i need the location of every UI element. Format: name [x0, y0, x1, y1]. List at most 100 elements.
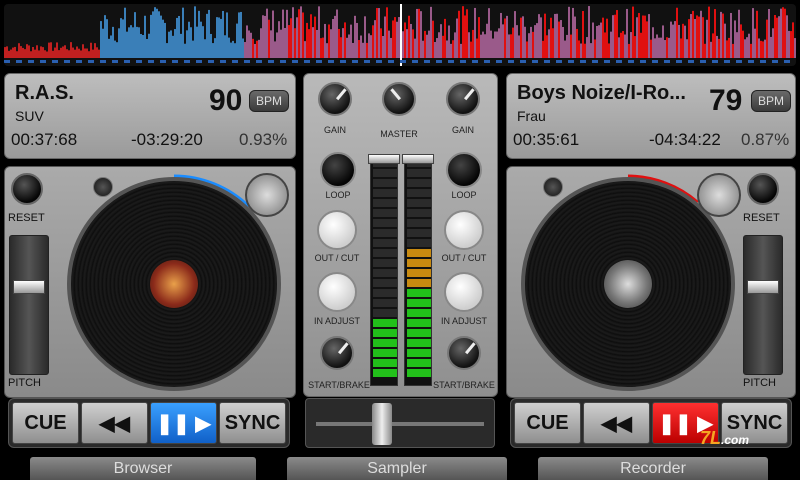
channel-fader-left-handle[interactable] [368, 154, 400, 164]
deck-left: RESET PITCH [4, 166, 296, 398]
cue-button[interactable]: CUE [514, 402, 581, 444]
vu-segment [373, 289, 397, 297]
startbrake-right-knob[interactable] [447, 336, 481, 370]
reset-knob[interactable] [11, 173, 43, 205]
vu-segment [407, 309, 431, 317]
vu-segment [373, 189, 397, 197]
tab-recorder[interactable]: Recorder [538, 457, 768, 480]
master-label: MASTER [380, 129, 418, 139]
inadjust-right-label: IN ADJUST [440, 316, 487, 326]
remaining-time: -03:29:20 [131, 130, 203, 149]
vu-segment [373, 339, 397, 347]
vu-segment [373, 169, 397, 177]
vu-segment [373, 249, 397, 257]
rewind-button[interactable]: ◀◀ [81, 402, 148, 444]
vu-segment [407, 339, 431, 347]
play-pause-button[interactable]: ❚❚ ▶ [150, 402, 217, 444]
startbrake-left-label: START/BRAKE [308, 380, 370, 390]
crossfader[interactable] [305, 398, 495, 448]
track-artist: SUV [15, 108, 44, 124]
vu-segment [407, 319, 431, 327]
vu-segment [407, 349, 431, 357]
vu-segment [407, 329, 431, 337]
gain-right-knob[interactable] [446, 82, 480, 116]
turntable-platter[interactable] [67, 177, 281, 391]
tab-browser[interactable]: Browser [30, 457, 256, 480]
vu-segment [407, 179, 431, 187]
vu-segment [373, 179, 397, 187]
track-title: R.A.S. [15, 82, 74, 104]
vu-segment [373, 369, 397, 377]
pitch-percent: 0.93% [239, 130, 288, 149]
vu-segment [373, 359, 397, 367]
vu-segment [373, 239, 397, 247]
loop-right-button[interactable] [446, 152, 482, 188]
pitch-handle[interactable] [747, 280, 779, 294]
pitch-label: PITCH [8, 377, 41, 389]
tab-sampler[interactable]: Sampler [287, 457, 507, 480]
vu-segment [407, 189, 431, 197]
vu-segment [407, 279, 431, 287]
reset-label: RESET [743, 212, 780, 224]
pitch-slider[interactable] [9, 235, 49, 375]
track-artist: Frau [517, 108, 546, 124]
pitch-handle[interactable] [13, 280, 45, 294]
inadjust-right-button[interactable] [444, 272, 484, 312]
vu-segment [407, 359, 431, 367]
vu-segment [407, 229, 431, 237]
outcut-right-label: OUT / CUT [441, 253, 487, 263]
gain-left-label: GAIN [323, 125, 346, 135]
vu-segment [407, 219, 431, 227]
outcut-right-button[interactable] [444, 210, 484, 250]
vu-segment [373, 299, 397, 307]
bpm-button[interactable]: BPM [249, 90, 289, 112]
vu-segment [373, 269, 397, 277]
vu-segment [373, 349, 397, 357]
tonearm [697, 173, 741, 217]
vu-segment [373, 259, 397, 267]
inadjust-left-button[interactable] [317, 272, 357, 312]
deck-right-info: Boys Noize/I-Ro... Frau 79 BPM 00:35:61 … [506, 73, 796, 159]
vu-segment [373, 209, 397, 217]
vu-segment [407, 259, 431, 267]
outcut-left-button[interactable] [317, 210, 357, 250]
watermark-logo: 7L.com [700, 428, 749, 449]
vu-meter-right[interactable] [404, 154, 432, 386]
outcut-left-label: OUT / CUT [314, 253, 360, 263]
sync-button[interactable]: SYNC [219, 402, 286, 444]
transport-left: CUE ◀◀ ❚❚ ▶ SYNC [8, 398, 290, 448]
vu-segment [407, 169, 431, 177]
waveform-overview[interactable] [4, 4, 796, 66]
mixer-panel: GAIN MASTER GAIN LOOP LOOP OUT / CUT OUT… [303, 73, 498, 397]
gain-left-knob[interactable] [318, 82, 352, 116]
vu-segment [407, 239, 431, 247]
bpm-value: 79 [709, 84, 743, 117]
transport-right: CUE ◀◀ ❚❚ ▶ SYNC [510, 398, 792, 448]
crossfader-handle[interactable] [372, 403, 392, 445]
loop-left-button[interactable] [320, 152, 356, 188]
startbrake-left-knob[interactable] [320, 336, 354, 370]
cue-button[interactable]: CUE [12, 402, 79, 444]
record-label-art [150, 260, 198, 308]
deck-left-info: R.A.S. SUV 90 BPM 00:37:68 -03:29:20 0.9… [4, 73, 296, 159]
loop-left-label: LOOP [325, 190, 351, 200]
master-knob[interactable] [382, 82, 416, 116]
rewind-button[interactable]: ◀◀ [583, 402, 650, 444]
vu-segment [373, 229, 397, 237]
vu-segment [373, 309, 397, 317]
vu-segment [373, 279, 397, 287]
bpm-button[interactable]: BPM [751, 90, 791, 112]
deck-right: RESET PITCH [506, 166, 796, 398]
vu-meter-left[interactable] [370, 154, 398, 386]
elapsed-time: 00:35:61 [513, 130, 580, 149]
startbrake-right-label: START/BRAKE [433, 380, 495, 390]
loop-right-label: LOOP [451, 190, 477, 200]
vu-segment [407, 269, 431, 277]
reset-knob[interactable] [747, 173, 779, 205]
reset-label: RESET [8, 212, 45, 224]
channel-fader-right-handle[interactable] [402, 154, 434, 164]
pitch-slider[interactable] [743, 235, 783, 375]
record-label-art [604, 260, 652, 308]
tonearm [245, 173, 289, 217]
vu-segment [407, 199, 431, 207]
